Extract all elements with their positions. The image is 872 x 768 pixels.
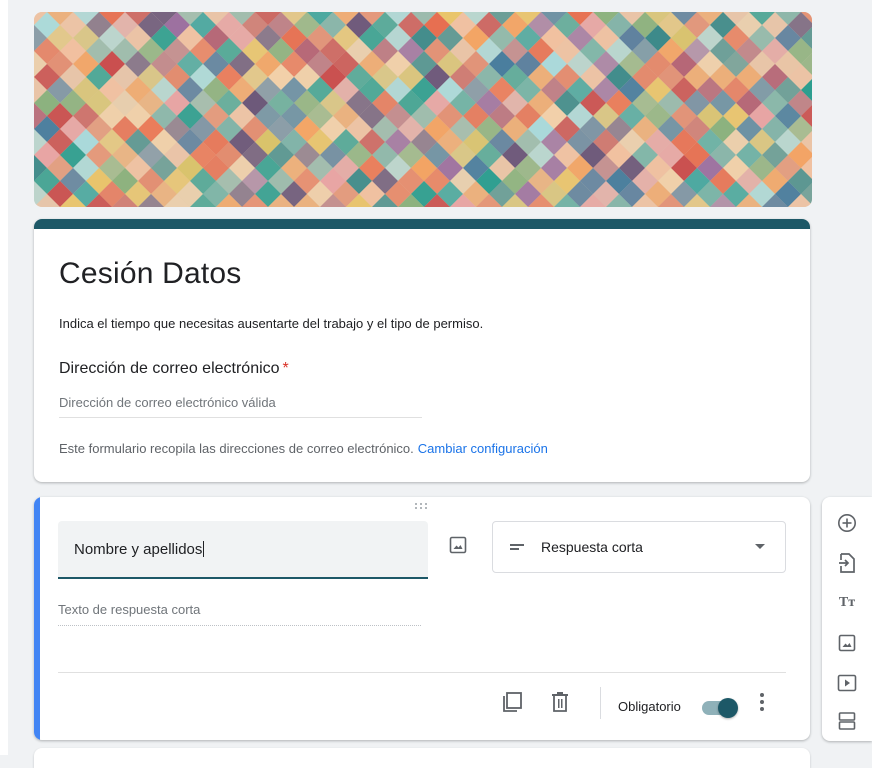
question-type-label: Respuesta corta: [541, 539, 643, 555]
dropdown-arrow-icon: [755, 544, 765, 549]
form-title-card[interactable]: Cesión Datos Indica el tiempo que necesi…: [34, 219, 810, 482]
short-text-icon: [509, 539, 525, 560]
header-banner-image: [34, 12, 812, 207]
add-image-icon[interactable]: [835, 631, 859, 655]
form-description[interactable]: Indica el tiempo que necesitas ausentart…: [59, 316, 483, 331]
required-asterisk: *: [282, 360, 289, 377]
short-answer-placeholder: Texto de respuesta corta: [58, 602, 421, 626]
question-title-wrapper: Nombre y apellidos: [74, 541, 205, 558]
add-question-icon[interactable]: [835, 511, 859, 535]
email-label-text: Dirección de correo electrónico: [59, 360, 280, 377]
question-card[interactable]: Nombre y apellidos Respuesta corta Texto…: [34, 497, 810, 740]
change-settings-link[interactable]: Cambiar configuración: [418, 441, 548, 456]
duplicate-icon[interactable]: [500, 690, 524, 714]
floating-toolbar: Tт: [822, 497, 872, 741]
email-collection-text: Este formulario recopila las direcciones…: [59, 441, 414, 456]
form-title[interactable]: Cesión Datos: [59, 257, 242, 291]
add-title-icon[interactable]: Tт: [835, 591, 859, 615]
page-left-edge: [0, 0, 8, 755]
email-question-label: Dirección de correo electrónico *: [59, 360, 289, 378]
email-placeholder: Dirección de correo electrónico válida: [59, 395, 422, 418]
required-label: Obligatorio: [618, 699, 681, 714]
question-type-dropdown[interactable]: Respuesta corta: [492, 521, 786, 573]
toggle-knob: [718, 698, 738, 718]
add-video-icon[interactable]: [835, 671, 859, 695]
theme-accent-bar: [34, 219, 810, 229]
drag-handle-icon[interactable]: [414, 502, 428, 511]
footer-vertical-divider: [600, 687, 601, 719]
question-footer-divider: [58, 672, 786, 673]
delete-icon[interactable]: [548, 690, 572, 714]
active-question-indicator: [34, 497, 40, 740]
more-options-icon[interactable]: [750, 690, 774, 714]
question-title-text: Nombre y apellidos: [74, 541, 203, 558]
add-section-icon[interactable]: [835, 709, 859, 733]
question-title-input[interactable]: Nombre y apellidos: [58, 521, 428, 579]
required-toggle[interactable]: [702, 698, 740, 718]
next-question-card-edge: [34, 748, 810, 768]
text-cursor: [203, 541, 205, 557]
import-questions-icon[interactable]: [835, 551, 859, 575]
add-image-to-question-icon[interactable]: [446, 533, 470, 557]
email-collection-note: Este formulario recopila las direcciones…: [59, 441, 548, 456]
